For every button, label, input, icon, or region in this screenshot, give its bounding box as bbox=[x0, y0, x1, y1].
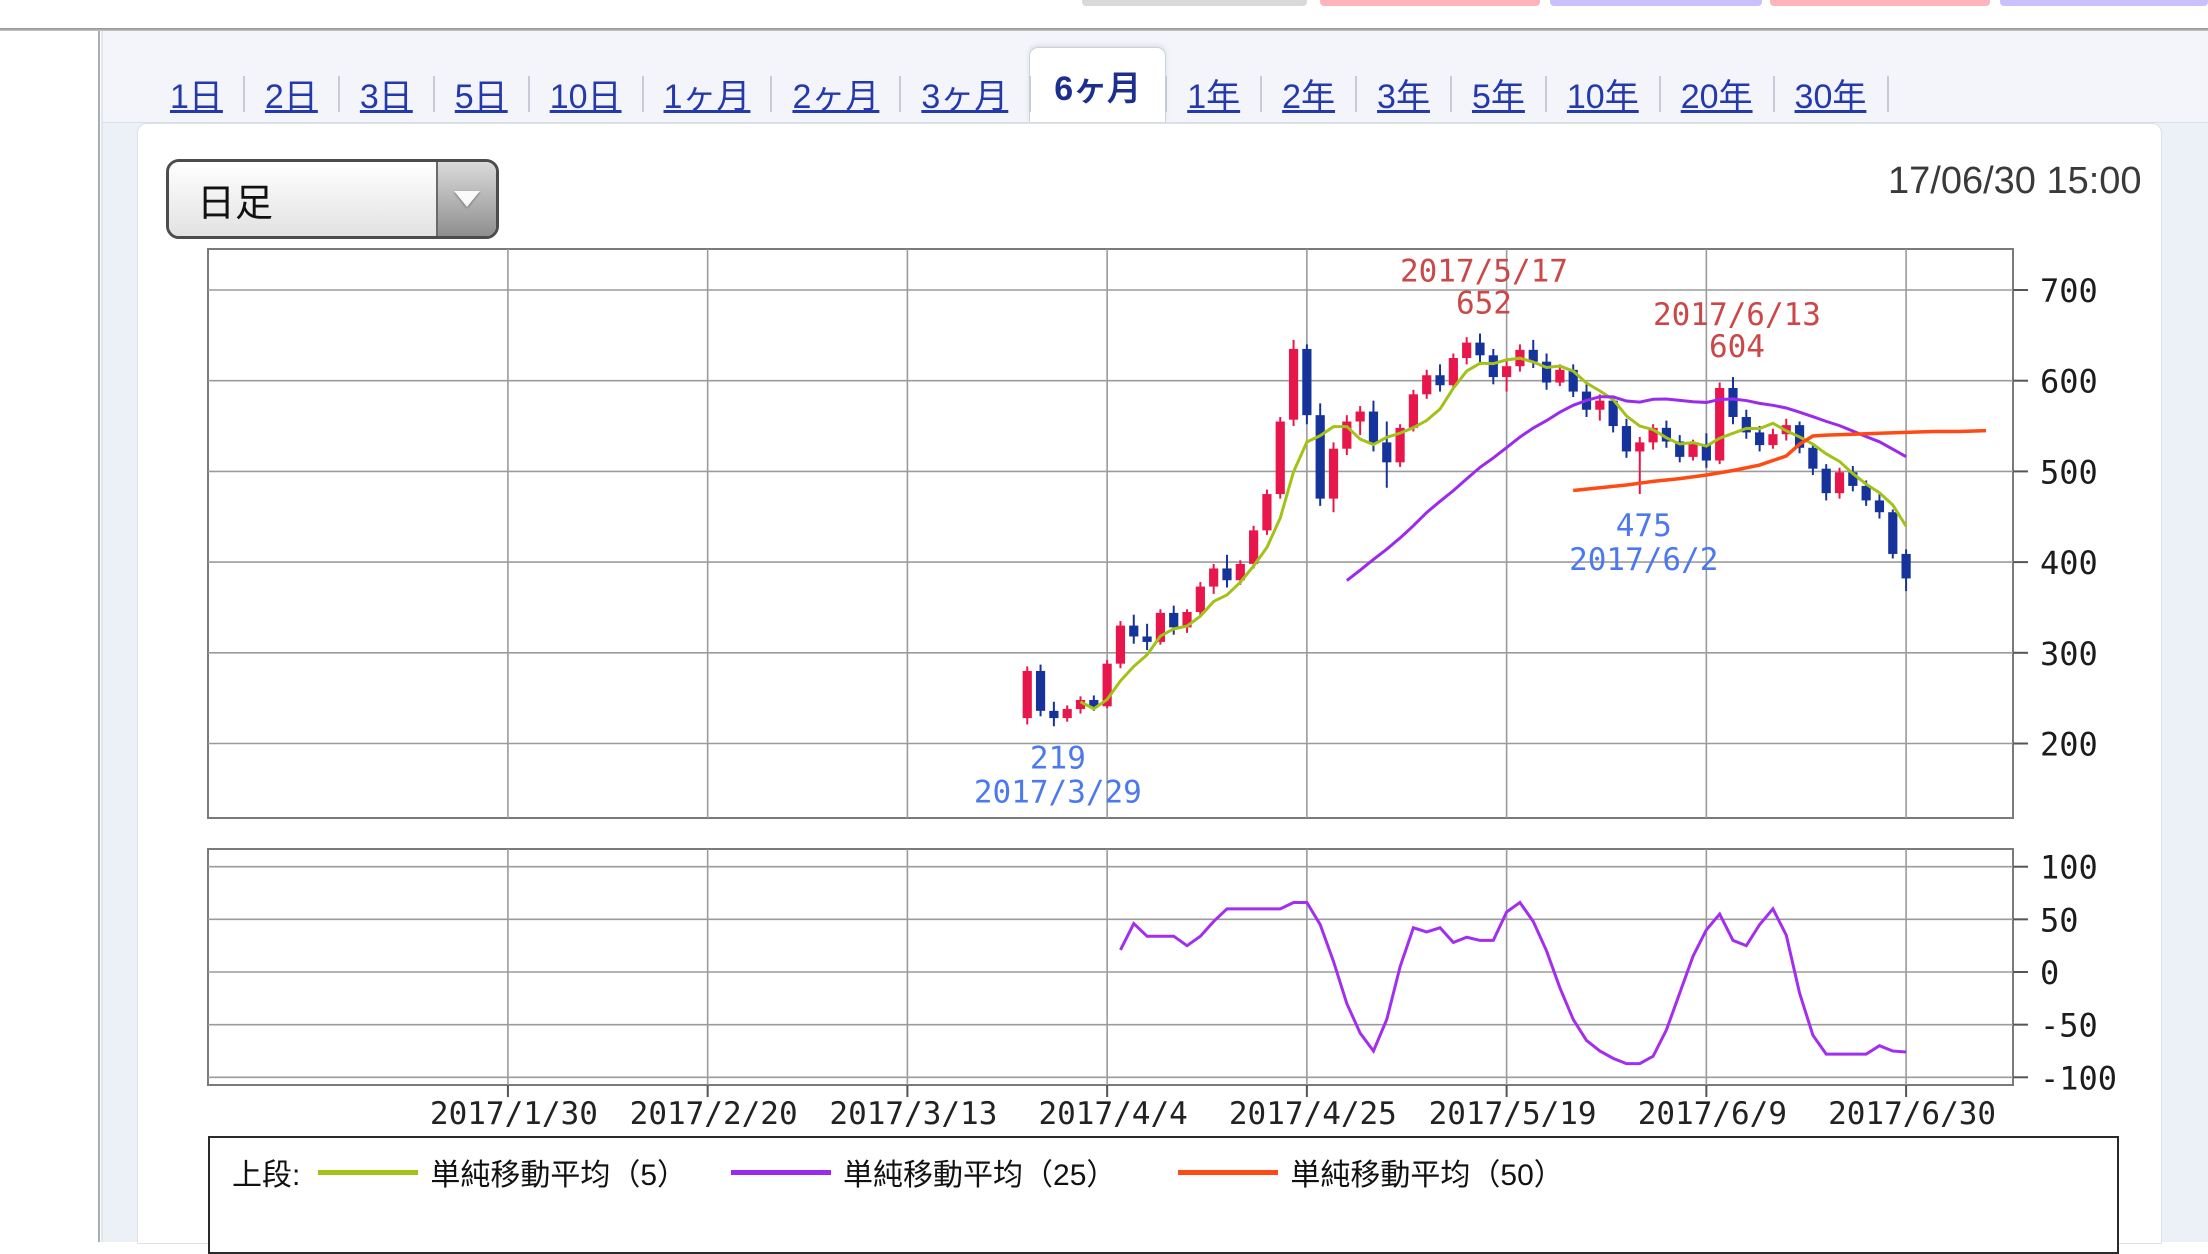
ma50-legend-label: 単純移動平均（50） bbox=[1290, 1150, 1563, 1194]
legend-row: 上段: 単純移動平均（5） 単純移動平均（25） 単純移動平均（50） bbox=[210, 1138, 2117, 1194]
tab-1month[interactable]: 1ヶ月 bbox=[643, 64, 772, 122]
tab-5day[interactable]: 5日 bbox=[434, 64, 529, 122]
last-update-time: 17/06/30 15:00 bbox=[1888, 160, 2178, 203]
tab-3month[interactable]: 3ヶ月 bbox=[900, 64, 1029, 122]
tab-separator bbox=[1887, 64, 1905, 122]
chart-panel bbox=[137, 123, 2162, 1244]
legend-prefix: 上段: bbox=[232, 1150, 300, 1194]
ma5-legend-label: 単純移動平均（5） bbox=[430, 1150, 687, 1194]
panel-left-border bbox=[98, 31, 100, 1242]
interval-select-value[interactable]: 日足 bbox=[169, 162, 436, 236]
tab-30year[interactable]: 30年 bbox=[1774, 64, 1888, 122]
dropdown-arrow-button[interactable] bbox=[436, 162, 496, 236]
tab-3day[interactable]: 3日 bbox=[339, 64, 434, 122]
tab-10day[interactable]: 10日 bbox=[529, 64, 643, 122]
ma25-legend-label: 単純移動平均（25） bbox=[843, 1150, 1116, 1194]
tab-2month[interactable]: 2ヶ月 bbox=[771, 64, 900, 122]
interval-select[interactable]: 日足 bbox=[166, 159, 499, 239]
cutoff-button-stub bbox=[2000, 0, 2208, 6]
tab-2year[interactable]: 2年 bbox=[1261, 64, 1356, 122]
cutoff-button-stub bbox=[1082, 0, 1307, 6]
period-tab-bar: 1日 2日 3日 5日 10日 1ヶ月 2ヶ月 3ヶ月 6ヶ月 1年 2年 3年… bbox=[103, 31, 2208, 123]
tab-20year[interactable]: 20年 bbox=[1660, 64, 1774, 122]
period-tabs: 1日 2日 3日 5日 10日 1ヶ月 2ヶ月 3ヶ月 6ヶ月 1年 2年 3年… bbox=[103, 31, 2208, 122]
tab-6month-active[interactable]: 6ヶ月 bbox=[1029, 47, 1166, 122]
tab-1day[interactable]: 1日 bbox=[149, 64, 244, 122]
tab-10year[interactable]: 10年 bbox=[1546, 64, 1660, 122]
cutoff-button-stub bbox=[1550, 0, 1762, 6]
cutoff-button-stub bbox=[1770, 0, 1990, 6]
cutoff-button-stub bbox=[1320, 0, 1540, 6]
tab-5year[interactable]: 5年 bbox=[1451, 64, 1546, 122]
tab-1year[interactable]: 1年 bbox=[1166, 64, 1261, 122]
ma25-line-swatch bbox=[731, 1170, 831, 1175]
legend-box: 上段: 単純移動平均（5） 単純移動平均（25） 単純移動平均（50） bbox=[208, 1136, 2119, 1254]
ma50-line-swatch bbox=[1178, 1170, 1278, 1175]
tab-2day[interactable]: 2日 bbox=[244, 64, 339, 122]
chevron-down-icon bbox=[454, 191, 480, 207]
tab-3year[interactable]: 3年 bbox=[1356, 64, 1451, 122]
ma5-line-swatch bbox=[318, 1170, 418, 1175]
